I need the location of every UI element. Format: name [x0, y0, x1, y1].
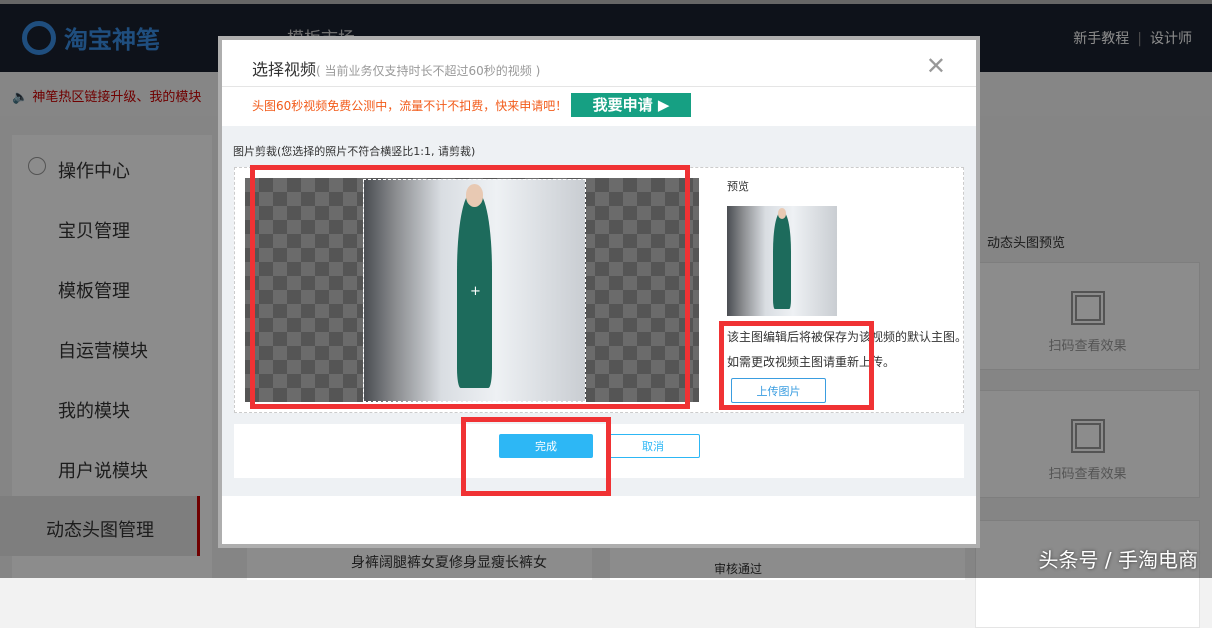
highlight-box — [250, 165, 690, 409]
watermark: 头条号 / 手淘电商 — [1039, 544, 1198, 573]
cancel-button[interactable]: 取消 — [606, 434, 700, 458]
dialog-title: 选择视频( 当前业务仅支持时长不超过60秒的视频 ) — [252, 56, 540, 80]
crop-label: 图片剪裁(您选择的照片不符合横竖比1:1, 请剪裁) — [233, 143, 475, 159]
highlight-box — [461, 417, 611, 496]
apply-button-label: 我要申请 — [593, 96, 653, 114]
dialog-subtitle: ( 当前业务仅支持时长不超过60秒的视频 ) — [316, 64, 540, 78]
dialog-title-text: 选择视频 — [252, 60, 316, 79]
apply-button[interactable]: 我要申请 ▶ — [571, 93, 691, 117]
close-icon[interactable]: ✕ — [926, 52, 946, 80]
highlight-box — [719, 321, 874, 410]
play-icon: ▶ — [658, 96, 670, 114]
preview-image — [727, 206, 837, 316]
preview-label: 预览 — [727, 178, 957, 194]
